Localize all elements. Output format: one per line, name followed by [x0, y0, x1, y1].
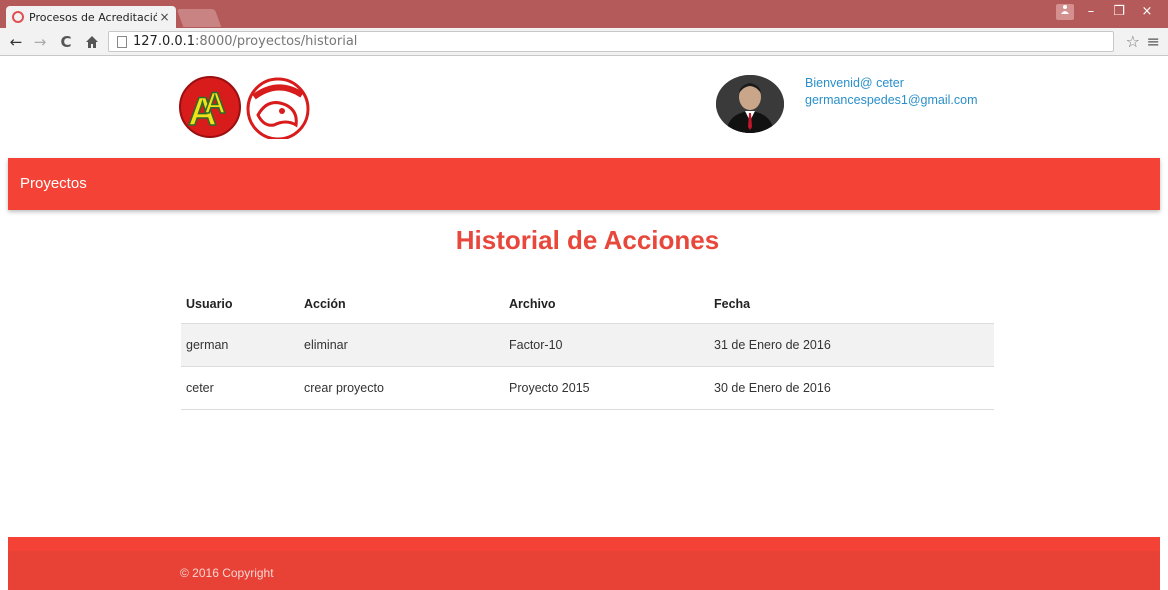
cell-archivo: Factor-10: [504, 323, 709, 367]
column-header-usuario: Usuario: [181, 285, 299, 324]
minimize-window-button[interactable]: –: [1080, 4, 1102, 20]
profile-icon[interactable]: [1056, 4, 1074, 20]
copyright-text: © 2016 Copyright: [180, 566, 274, 580]
cell-accion: eliminar: [299, 323, 504, 367]
web-page: A A Bienvenid@ ceter germancespedes1@gma…: [0, 57, 1168, 590]
home-icon[interactable]: [82, 32, 102, 52]
browser-toolbar: ← → C 127.0.0.1 :8000/proyectos/historia…: [0, 28, 1168, 56]
window-controls: – ❐ ×: [1056, 4, 1158, 20]
user-email: germancespedes1@gmail.com: [805, 93, 978, 107]
address-bar[interactable]: 127.0.0.1 :8000/proyectos/historial: [108, 31, 1114, 52]
cell-accion: crear proyecto: [299, 366, 504, 410]
new-tab-button[interactable]: [176, 9, 222, 27]
cell-fecha: 30 de Enero de 2016: [709, 366, 994, 410]
user-greeting: Bienvenid@ ceter: [805, 76, 904, 90]
column-header-fecha: Fecha: [709, 285, 994, 324]
browser-tab[interactable]: Procesos de Acreditación ×: [6, 6, 176, 28]
history-table: Usuario Acción Archivo Fecha german elim…: [181, 285, 994, 410]
hamburger-menu-icon[interactable]: ≡: [1147, 32, 1160, 51]
site-logo: A A: [179, 76, 310, 139]
column-header-accion: Acción: [299, 285, 504, 324]
back-arrow-icon[interactable]: ←: [6, 32, 26, 52]
url-host: 127.0.0.1: [133, 34, 196, 49]
cell-usuario: german: [181, 323, 299, 367]
nav-item-proyectos[interactable]: Proyectos: [20, 175, 87, 192]
page-title: Historial de Acciones: [455, 225, 720, 255]
forward-arrow-icon[interactable]: →: [30, 32, 50, 52]
browser-tabstrip: Procesos de Acreditación × – ❐ ×: [0, 0, 1168, 28]
table-row: german eliminar Factor-10 31 de Enero de…: [181, 323, 994, 367]
restore-window-button[interactable]: ❐: [1108, 4, 1130, 20]
avatar: [716, 75, 784, 133]
tab-title: Procesos de Acreditación: [29, 10, 158, 24]
svg-text:A: A: [204, 87, 226, 120]
table-row: ceter crear proyecto Proyecto 2015 30 de…: [181, 366, 994, 410]
footer-band: [8, 537, 1160, 551]
table-header-row: Usuario Acción Archivo Fecha: [181, 285, 994, 324]
cell-usuario: ceter: [181, 366, 299, 410]
cell-archivo: Proyecto 2015: [504, 366, 709, 410]
column-header-archivo: Archivo: [504, 285, 709, 324]
reload-icon[interactable]: C: [56, 32, 76, 52]
favicon-icon: [12, 11, 24, 23]
page-icon: [117, 35, 127, 48]
close-tab-icon[interactable]: ×: [157, 10, 172, 24]
close-window-button[interactable]: ×: [1136, 4, 1158, 20]
cell-fecha: 31 de Enero de 2016: [709, 323, 994, 367]
url-path: :8000/proyectos/historial: [195, 34, 358, 49]
footer: © 2016 Copyright: [8, 537, 1160, 590]
star-icon[interactable]: ☆: [1126, 32, 1140, 51]
navbar: Proyectos: [8, 158, 1160, 210]
